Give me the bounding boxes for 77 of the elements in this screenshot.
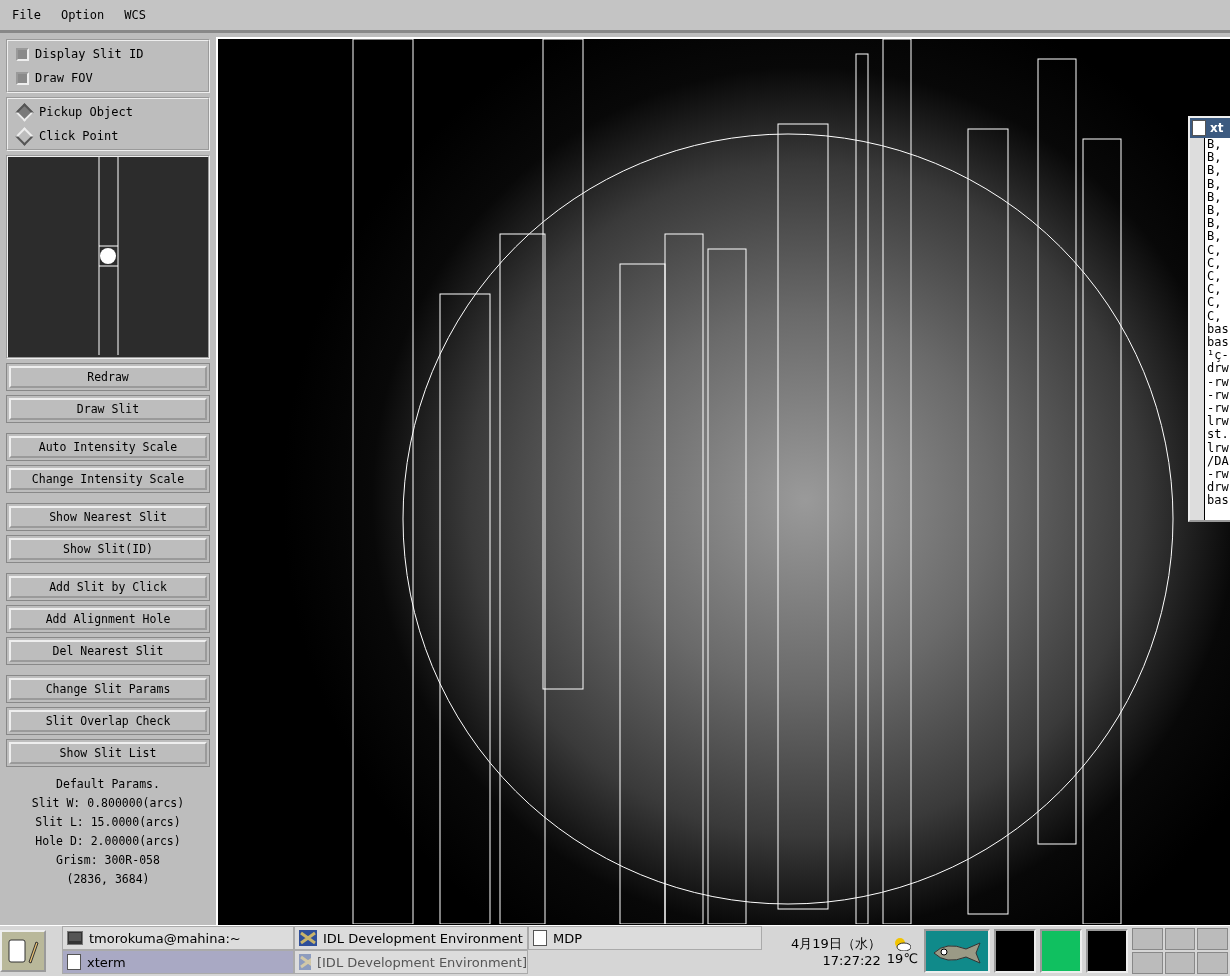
terminal-line: C,: [1207, 256, 1223, 271]
terminal-line: lrw: [1207, 441, 1229, 455]
terminal-line: B,: [1207, 217, 1223, 231]
terminal-line: C,: [1207, 270, 1223, 284]
action-button[interactable]: Show Slit List: [9, 742, 207, 764]
action-button[interactable]: Show Slit(ID): [9, 538, 207, 560]
temperature-text: 19℃: [886, 950, 918, 966]
terminal-line: -rw: [1207, 388, 1229, 403]
terminal-line: C,: [1207, 296, 1223, 310]
terminal-line: bas: [1207, 336, 1229, 350]
action-button[interactable]: Redraw: [9, 366, 207, 388]
action-button[interactable]: Slit Overlap Check: [9, 710, 207, 732]
idl-logo-icon: [299, 930, 317, 946]
terminal-line: drw: [1207, 362, 1229, 376]
param-text: Grism: 300R-058: [56, 853, 160, 867]
taskbar-button[interactable]: [IDL Development Environment]: [294, 950, 528, 974]
param-text: (2836, 3684): [66, 872, 150, 886]
param-text: Slit L: 15.0000(arcs): [35, 815, 181, 829]
action-button[interactable]: Change Intensity Scale: [9, 468, 207, 490]
terminal-line: B,: [1207, 204, 1223, 218]
terminal-line: ¹ç-: [1207, 349, 1229, 363]
terminal-icon: [67, 931, 83, 945]
menu-item[interactable]: WCS: [124, 8, 146, 22]
action-button[interactable]: Add Slit by Click: [9, 576, 207, 598]
taskbar-button[interactable]: tmorokuma@mahina:~: [62, 926, 294, 950]
fish-icon: [932, 941, 982, 965]
terminal-line: B,: [1207, 151, 1223, 165]
terminal-line: lrw: [1207, 415, 1229, 429]
taskbar-button[interactable]: MDP: [528, 926, 762, 950]
radio-label: Click Point: [39, 129, 119, 143]
memory-monitor: [1040, 929, 1082, 973]
taskbar-button[interactable]: IDL Development Environment: [294, 926, 528, 950]
action-button[interactable]: Auto Intensity Scale: [9, 436, 207, 458]
network-monitor: [1086, 929, 1128, 973]
action-button[interactable]: Del Nearest Slit: [9, 640, 207, 662]
param-text: Default Params.: [56, 777, 160, 791]
action-button[interactable]: Change Slit Params: [9, 678, 207, 700]
checkbox[interactable]: [16, 47, 29, 61]
radio-label: Pickup Object: [39, 105, 133, 119]
partly-cloudy-icon: [893, 936, 912, 951]
terminal-line: bas: [1207, 322, 1229, 336]
launcher-button[interactable]: [0, 930, 46, 972]
terminal-line: B,: [1207, 138, 1223, 152]
action-button[interactable]: Show Nearest Slit: [9, 506, 207, 528]
date-text: 4月19日（水）: [791, 934, 881, 953]
terminal-line: B,: [1207, 230, 1223, 244]
window-title: xt: [1210, 121, 1224, 135]
param-text: Slit W: 0.800000(arcs): [31, 796, 185, 810]
terminal-line: /DA: [1207, 454, 1229, 469]
menu-item[interactable]: File: [12, 8, 41, 22]
checkbox-label: Draw FOV: [35, 71, 93, 85]
terminal-line: bas: [1207, 494, 1229, 508]
menu-item[interactable]: Option: [60, 8, 105, 22]
window-icon: [1192, 120, 1206, 136]
terminal-line: C,: [1207, 309, 1223, 323]
window-icon: [533, 930, 547, 946]
checkbox-label: Display Slit ID: [35, 47, 144, 61]
terminal-line: -rw: [1207, 402, 1229, 416]
terminal-line: B,: [1207, 190, 1223, 204]
terminal-line: B,: [1207, 177, 1223, 191]
param-text: Hole D: 2.00000(arcs): [35, 834, 181, 848]
cpu-monitor: [994, 929, 1036, 973]
terminal-line: st.: [1207, 428, 1229, 442]
terminal-line: drw: [1207, 481, 1229, 495]
terminal-line: C,: [1207, 243, 1223, 257]
terminal-line: -rw: [1207, 375, 1229, 389]
checkbox[interactable]: [16, 71, 29, 85]
idl-logo-icon: [299, 954, 311, 970]
terminal-line: B,: [1207, 164, 1223, 178]
terminal-line: C,: [1207, 283, 1223, 297]
taskbar-button[interactable]: xterm: [62, 950, 294, 974]
action-button[interactable]: Draw Slit: [9, 398, 207, 420]
terminal-line: -rw: [1207, 468, 1229, 482]
time-text: 17:27:22: [822, 952, 881, 968]
action-button[interactable]: Add Alignment Hole: [9, 608, 207, 630]
window-icon: [67, 954, 81, 970]
document-pencil-icon: [7, 936, 39, 966]
